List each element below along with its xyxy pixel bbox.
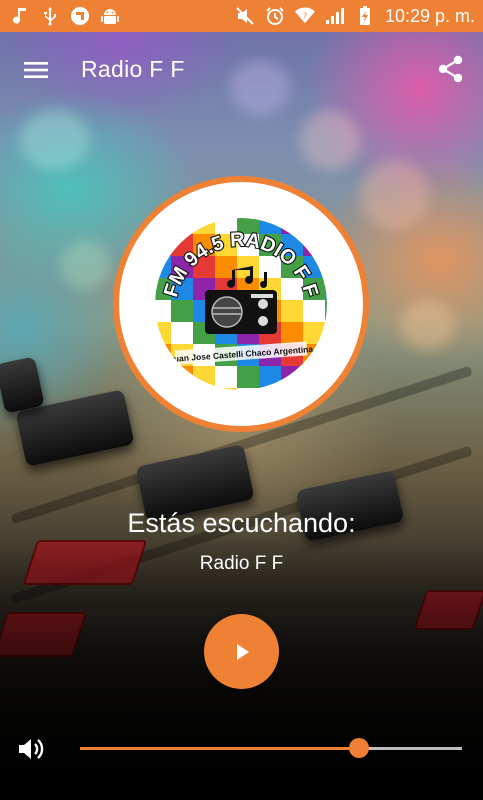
clock-time: 10:29 p. m. xyxy=(384,5,475,26)
station-name: Radio F F xyxy=(199,553,284,574)
alarm-icon xyxy=(265,6,285,26)
svg-text:?: ? xyxy=(303,11,307,21)
play-button[interactable] xyxy=(204,614,279,689)
usb-icon xyxy=(40,6,60,26)
app-notification-icon xyxy=(70,6,90,26)
status-bar: ? 10:29 p. m. xyxy=(0,0,483,32)
volume-slider-thumb[interactable] xyxy=(348,738,369,758)
battery-charging-icon xyxy=(355,6,375,26)
share-icon[interactable] xyxy=(436,54,466,84)
hamburger-menu-icon[interactable] xyxy=(22,56,50,84)
now-playing-heading: Estás escuchando: xyxy=(127,508,356,538)
app-title: Radio F F xyxy=(81,56,185,82)
music-note-icon xyxy=(10,6,30,26)
app-bar: Radio F F xyxy=(0,32,483,108)
volume-slider[interactable] xyxy=(80,738,462,758)
mute-icon xyxy=(235,6,255,26)
volume-icon[interactable] xyxy=(16,734,46,764)
signal-icon xyxy=(325,6,345,26)
station-logo: Juan Jose Castelli Chaco Argentina FM 94… xyxy=(155,218,327,390)
android-icon xyxy=(100,6,120,26)
play-icon xyxy=(236,643,249,660)
volume-slider-fill xyxy=(80,747,359,750)
wifi-icon: ? xyxy=(294,6,315,26)
